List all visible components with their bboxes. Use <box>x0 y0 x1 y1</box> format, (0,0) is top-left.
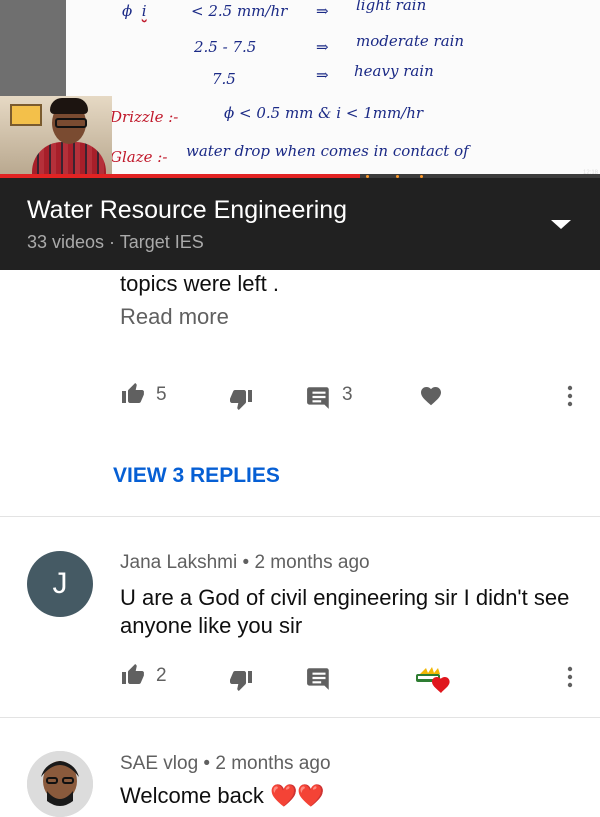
comment-time: 2 months ago <box>215 753 331 774</box>
webcam-overlay <box>0 96 112 178</box>
board-text: water drop when comes in contact of <box>186 142 469 160</box>
board-text: ϕ i <box>122 2 147 20</box>
divider <box>0 516 600 517</box>
comment-author[interactable]: SAE vlog <box>120 753 198 774</box>
comment-meta: Jana Lakshmi • 2 months ago <box>120 552 370 573</box>
board-text: light rain <box>356 0 427 14</box>
read-more-link[interactable]: Read more <box>120 304 229 330</box>
board-text: ϕ < 0.5 mm & i < 1mm/hr <box>224 104 424 122</box>
comment-text: U are a God of civil engineering sir I d… <box>120 585 570 638</box>
divider <box>0 717 600 718</box>
comment-meta: SAE vlog • 2 months ago <box>120 753 331 774</box>
reply-icon[interactable] <box>306 665 332 691</box>
avatar[interactable]: J <box>27 551 93 617</box>
thumbs-up-icon[interactable] <box>120 382 146 406</box>
avatar[interactable] <box>27 751 93 817</box>
creator-heart-icon <box>416 667 450 693</box>
comment-text: topics were left . <box>120 271 279 296</box>
comment-time: 2 months ago <box>254 552 370 573</box>
thumbs-up-icon[interactable] <box>120 663 146 687</box>
board-arrow: ⇒ <box>316 2 329 20</box>
board-text: 7.5 <box>212 70 236 88</box>
board-label: Glaze :- <box>110 148 168 166</box>
comment-text: Welcome back ❤️❤️ <box>120 783 325 808</box>
video-player[interactable]: ϕ i < 2.5 mm/hr ⇒ light rain 2.5 - 7.5 ⇒… <box>0 0 600 178</box>
thumbs-down-icon[interactable] <box>228 668 254 692</box>
board-text: heavy rain <box>354 62 434 80</box>
board-text: 2.5 - 7.5 <box>194 38 257 56</box>
more-options-icon[interactable] <box>558 384 582 408</box>
board-arrow: ⇒ <box>316 38 329 56</box>
playlist-subtitle: 33 videos · Target IES <box>27 232 204 252</box>
board-text: moderate rain <box>356 32 465 50</box>
board-text: < 2.5 mm/hr <box>191 2 288 20</box>
view-replies-button[interactable]: VIEW 3 REPLIES <box>113 464 280 488</box>
chevron-down-icon[interactable] <box>548 214 574 232</box>
board-arrow: ⇒ <box>316 66 329 84</box>
playlist-title: Water Resource Engineering <box>27 196 348 224</box>
board-label: Drizzle :- <box>110 108 179 126</box>
like-count: 2 <box>156 665 167 686</box>
reply-icon[interactable] <box>306 384 332 410</box>
reply-count: 3 <box>342 384 353 405</box>
like-count: 5 <box>156 384 167 405</box>
whiteboard: ϕ i < 2.5 mm/hr ⇒ light rain 2.5 - 7.5 ⇒… <box>66 0 600 178</box>
more-options-icon[interactable] <box>558 665 582 689</box>
heart-icon[interactable] <box>418 384 444 408</box>
thumbs-down-icon[interactable] <box>228 387 254 411</box>
comment-author[interactable]: Jana Lakshmi <box>120 552 237 573</box>
